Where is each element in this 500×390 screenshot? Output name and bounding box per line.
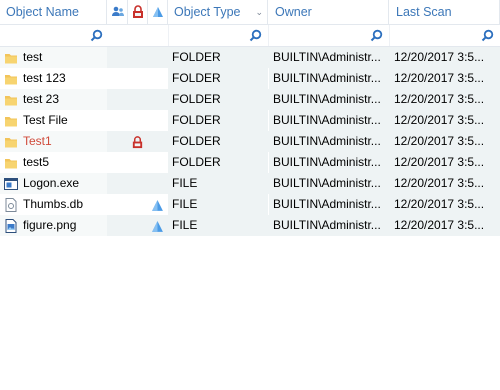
object-name: figure.png [23,218,77,232]
owner-cell: BUILTIN\Administr... [273,92,381,106]
column-header-locked[interactable] [128,0,148,24]
owner-cell: BUILTIN\Administr... [273,134,381,148]
search-icon[interactable] [481,29,494,42]
object-type-cell: FOLDER [168,152,268,173]
warning-triangle-icon [151,219,164,232]
column-header-warning[interactable] [148,0,168,24]
object-name-cell[interactable]: test [0,47,107,68]
object-type-cell: FOLDER [168,68,268,89]
users-icon [111,6,124,16]
table-row[interactable]: Thumbs.db FILE BUILTIN\Administr... 12/2… [0,194,500,215]
object-name: Logon.exe [23,176,80,190]
object-name: Thumbs.db [23,197,84,211]
image-file-icon [4,218,18,233]
table-row[interactable]: test5 FOLDER BUILTIN\Administr... 12/20/… [0,152,500,173]
lock-icon [132,5,143,18]
table-row[interactable]: Logon.exe FILE BUILTIN\Administr... 12/2… [0,173,500,194]
last-scan-cell: 12/20/2017 3:5... [394,50,485,64]
owner-filter[interactable] [269,25,390,46]
owner-cell: BUILTIN\Administr... [269,152,391,173]
grid-header: Object Name Object Type ⌄ Owner Last Sca… [0,0,500,25]
folder-icon [4,114,18,128]
object-type-filter[interactable] [168,25,269,46]
grid-body: test FOLDER BUILTIN\Administr... 12/20/2… [0,47,500,236]
object-type-cell: FOLDER [172,92,221,106]
table-row[interactable]: test 23 FOLDER BUILTIN\Administr... 12/2… [0,89,500,110]
object-name-cell[interactable]: test5 [0,152,107,173]
owner-cell: BUILTIN\Administr... [269,110,391,131]
row-flag [148,194,167,215]
warning-triangle-icon [151,198,164,211]
object-name-cell[interactable]: Thumbs.db [0,194,107,215]
last-scan-cell: 12/20/2017 3:5... [390,152,500,173]
table-row[interactable]: Test1 FOLDER BUILTIN\Administr... 12/20/… [0,131,500,152]
owner-cell: BUILTIN\Administr... [269,68,391,89]
object-type-cell: FOLDER [172,134,221,148]
folder-icon [4,156,18,170]
object-type-cell: FILE [172,176,198,190]
table-row[interactable]: test 123 FOLDER BUILTIN\Administr... 12/… [0,68,500,89]
owner-cell: BUILTIN\Administr... [269,194,391,215]
lock-icon [131,135,144,149]
column-header-last-scan[interactable]: Last Scan [390,0,500,24]
table-row[interactable]: test FOLDER BUILTIN\Administr... 12/20/2… [0,47,500,68]
column-header-owner[interactable]: Owner [269,0,389,24]
object-name-cell[interactable]: test 123 [0,68,107,89]
last-scan-cell: 12/20/2017 3:5... [390,110,500,131]
column-header-object-name[interactable]: Object Name [0,0,107,24]
last-scan-filter[interactable] [390,25,500,46]
search-icon[interactable] [370,29,383,42]
search-icon[interactable] [90,29,103,42]
object-name: Test1 [23,134,52,148]
last-scan-cell: 12/20/2017 3:5... [394,92,485,106]
folder-icon [4,72,18,86]
owner-cell: BUILTIN\Administr... [273,176,381,190]
last-scan-cell: 12/20/2017 3:5... [390,194,500,215]
object-name: test 123 [23,71,66,85]
last-scan-cell: 12/20/2017 3:5... [394,176,485,190]
object-name-cell[interactable]: test 23 [0,89,107,110]
object-name-filter[interactable] [0,25,169,46]
object-type-cell: FOLDER [168,110,268,131]
object-type-cell: FILE [168,194,268,215]
object-type-cell: FILE [172,218,198,232]
object-name-cell[interactable]: Logon.exe [0,173,107,194]
object-name-cell[interactable]: Test File [0,110,107,131]
folder-icon [4,135,18,149]
chevron-down-icon[interactable]: ⌄ [255,0,263,24]
object-name: test [23,50,43,64]
object-name: Test File [23,113,68,127]
object-name-cell[interactable]: Test1 [0,131,107,152]
filter-row [0,25,500,47]
folder-icon [4,93,18,107]
row-flag [128,131,147,152]
table-row[interactable]: figure.png FILE BUILTIN\Administr... 12/… [0,215,500,236]
column-header-permissions[interactable] [108,0,128,24]
object-name-cell[interactable]: figure.png [0,215,107,236]
owner-cell: BUILTIN\Administr... [273,50,381,64]
folder-icon [4,51,18,65]
warning-triangle-icon [152,7,163,17]
last-scan-cell: 12/20/2017 3:5... [394,134,485,148]
objects-grid: Object Name Object Type ⌄ Owner Last Sca… [0,0,500,236]
row-flag [148,215,167,236]
last-scan-cell: 12/20/2017 3:5... [390,68,500,89]
db-file-icon [4,197,18,212]
last-scan-cell: 12/20/2017 3:5... [394,218,485,232]
table-row[interactable]: Test File FOLDER BUILTIN\Administr... 12… [0,110,500,131]
search-icon[interactable] [249,29,262,42]
column-header-object-type[interactable]: Object Type ⌄ [168,0,268,24]
object-name: test5 [23,155,50,169]
owner-cell: BUILTIN\Administr... [273,218,381,232]
exe-file-icon [4,177,18,191]
object-type-cell: FOLDER [172,50,221,64]
object-name: test 23 [23,92,60,106]
